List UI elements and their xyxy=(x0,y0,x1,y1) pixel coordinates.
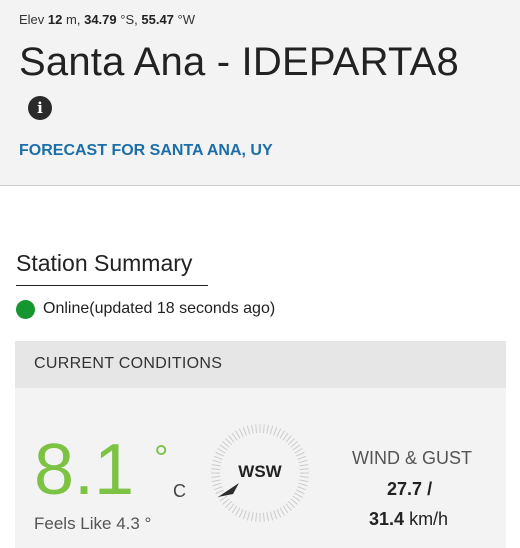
compass-tick xyxy=(217,448,226,454)
compass-tick xyxy=(231,432,238,441)
compass-tick xyxy=(282,505,289,514)
compass-tick xyxy=(292,495,301,502)
section-title-station-summary: Station Summary xyxy=(16,250,208,286)
compass-tick xyxy=(263,512,265,522)
compass-tick xyxy=(285,435,292,443)
compass-tick xyxy=(285,503,292,511)
compass-tick xyxy=(299,464,309,467)
compass-tick xyxy=(251,424,254,434)
compass-tick xyxy=(228,503,235,511)
wind-speed: 27.7 / xyxy=(387,479,432,500)
compass-tick xyxy=(235,430,241,439)
compass-tick xyxy=(211,479,221,482)
latitude-value: 34.79 xyxy=(84,12,117,27)
compass-tick xyxy=(299,476,309,478)
compass-tick xyxy=(228,435,235,443)
compass-tick xyxy=(215,451,224,457)
compass-tick xyxy=(222,441,230,448)
compass-tick xyxy=(235,507,241,516)
compass-tick xyxy=(266,424,269,434)
compass-tick xyxy=(225,500,233,508)
compass-tick xyxy=(246,425,251,435)
compass-tick xyxy=(263,424,265,434)
wind-gust: 31.4 km/h xyxy=(369,509,448,530)
wind-speed-value: 27.7 xyxy=(387,479,423,499)
compass-tick xyxy=(276,509,282,518)
compass-tick xyxy=(290,498,298,505)
elevation-prefix: Elev xyxy=(19,12,45,27)
compass-tick xyxy=(269,425,274,435)
compass-tick xyxy=(292,444,301,451)
compass-tick xyxy=(299,479,309,482)
status-text: Online(updated 18 seconds ago) xyxy=(43,300,276,317)
compass-tick xyxy=(215,489,224,495)
compass-tick xyxy=(212,482,222,487)
compass-tick xyxy=(276,428,282,437)
compass-tick xyxy=(238,509,244,518)
current-conditions-header: CURRENT CONDITIONS xyxy=(15,341,506,388)
compass-tick xyxy=(213,455,223,460)
info-icon[interactable]: i xyxy=(28,96,52,120)
forecast-link[interactable]: FORECAST FOR SANTA ANA, UY xyxy=(19,142,273,160)
compass-tick xyxy=(242,426,247,436)
compass-tick xyxy=(279,507,285,516)
compass-tick xyxy=(238,428,244,437)
station-status: Online(updated 18 seconds ago) xyxy=(16,298,275,320)
temperature-unit: C xyxy=(173,481,186,501)
station-header: Elev 12 m, 34.79 °S, 55.47 °W Santa Ana … xyxy=(0,0,520,186)
compass-tick xyxy=(282,432,289,441)
station-location: Elev 12 m, 34.79 °S, 55.47 °W xyxy=(19,12,195,27)
compass-tick xyxy=(298,482,308,487)
compass-tick xyxy=(279,430,285,439)
compass-tick xyxy=(287,438,295,446)
wind-gust-value: 31.4 xyxy=(369,509,405,529)
compass-tick xyxy=(273,426,278,436)
compass-tick xyxy=(213,486,223,491)
feels-like: Feels Like 4.3 ° xyxy=(34,514,152,533)
compass-tick xyxy=(211,476,221,478)
compass-tick xyxy=(251,512,254,522)
wind-direction-arrow xyxy=(218,483,239,497)
compass-tick xyxy=(219,495,228,502)
compass-tick xyxy=(297,455,307,460)
compass-tick xyxy=(273,510,278,520)
status-online-icon xyxy=(16,299,35,319)
compass-tick xyxy=(219,444,228,451)
compass-tick xyxy=(287,500,295,508)
compass-tick xyxy=(211,464,221,467)
compass-tick xyxy=(255,512,257,522)
compass-tick xyxy=(266,512,269,522)
station-title: Santa Ana - IDEPARTA8 xyxy=(19,40,459,84)
compass-tick xyxy=(246,511,251,521)
compass-tick xyxy=(297,486,307,491)
compass-tick xyxy=(294,448,303,454)
longitude-value: 55.47 xyxy=(141,12,174,27)
compass-tick xyxy=(296,451,305,457)
compass-tick xyxy=(231,505,238,514)
compass-tick xyxy=(290,441,298,448)
compass-tick xyxy=(298,459,308,464)
current-conditions-title: CURRENT CONDITIONS xyxy=(34,355,223,372)
latitude-unit: °S, xyxy=(120,12,138,27)
wind-gust-label: WIND & GUST xyxy=(352,448,472,468)
wind-unit: km/h xyxy=(409,509,449,529)
compass-tick xyxy=(225,438,233,446)
wind-direction: WSW xyxy=(238,462,282,481)
temperature-degree-symbol: ° xyxy=(154,437,169,478)
elevation-unit: m, xyxy=(66,12,81,27)
longitude-unit: °W xyxy=(177,12,196,27)
compass-tick xyxy=(269,511,274,521)
compass-tick xyxy=(222,498,230,505)
compass-tick xyxy=(255,424,257,434)
compass-tick xyxy=(296,489,305,495)
compass-tick xyxy=(299,468,309,470)
compass-tick xyxy=(212,459,222,464)
wind-separator: / xyxy=(427,479,433,499)
compass-tick xyxy=(242,510,247,520)
temperature-value: 8.1 xyxy=(34,430,135,510)
elevation-value: 12 xyxy=(47,12,63,27)
compass-tick xyxy=(294,492,303,498)
compass-tick xyxy=(211,468,221,470)
